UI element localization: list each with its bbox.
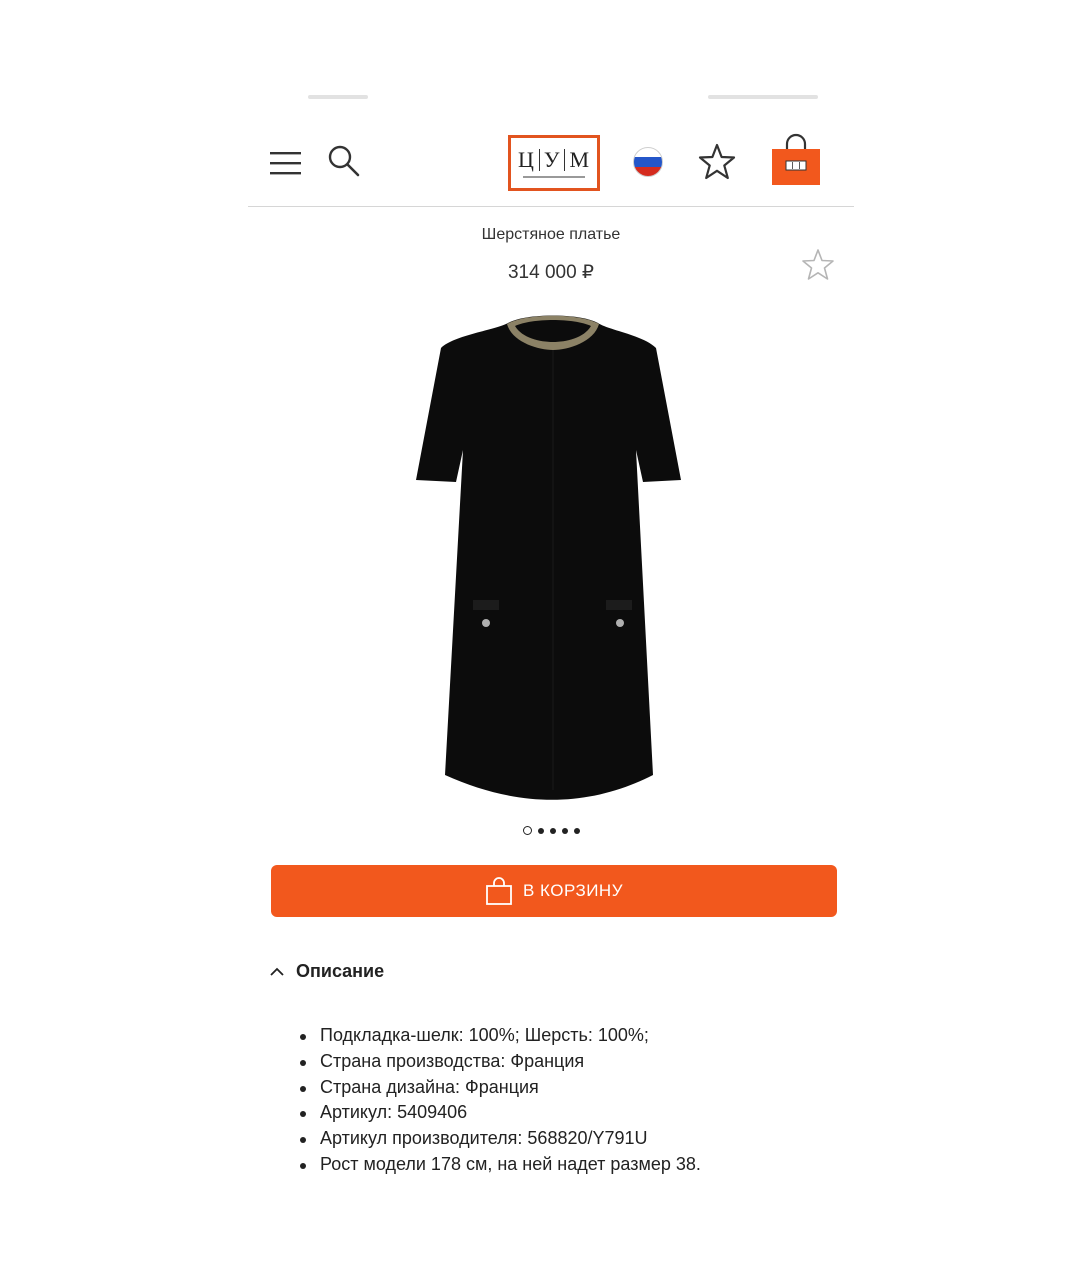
gallery-dot[interactable]	[537, 827, 544, 834]
search-button[interactable]	[324, 141, 364, 181]
logo-subline	[523, 175, 585, 178]
add-to-cart-button[interactable]: В КОРЗИНУ	[271, 865, 837, 917]
add-to-favorites-button[interactable]	[800, 247, 836, 283]
description-item: Страна производства: Франция	[300, 1049, 840, 1075]
gallery-dot[interactable]	[573, 827, 580, 834]
menu-icon	[270, 152, 301, 175]
gallery-dot[interactable]	[561, 827, 568, 834]
header-divider	[248, 206, 854, 207]
product-price: 314 000 ₽	[507, 262, 595, 283]
chevron-up-icon	[270, 967, 284, 976]
app-screen: Ц У М Шерстяное платье 314 000 ₽ В КОРЗИ…	[248, 95, 854, 1185]
cart-button[interactable]	[768, 131, 824, 189]
description-item: Подкладка-шелк: 100%; Шерсть: 100%;	[300, 1023, 840, 1049]
tsum-logo[interactable]: Ц У М	[508, 135, 600, 191]
logo-letter: Ц	[517, 146, 535, 172]
russia-flag-icon	[633, 147, 663, 177]
description-toggle[interactable]: Описание	[270, 961, 384, 982]
status-bar-fragment	[308, 95, 368, 99]
app-header: Ц У М	[248, 125, 854, 205]
logo-letter: У	[538, 148, 565, 171]
region-selector[interactable]	[631, 145, 665, 179]
logo-letter: М	[564, 148, 594, 171]
gallery-dot[interactable]	[522, 826, 532, 835]
description-title: Описание	[296, 961, 385, 981]
description-item: Страна дизайна: Франция	[300, 1075, 840, 1101]
favorite-star-icon	[698, 143, 736, 180]
product-image-gallery[interactable]	[408, 310, 698, 805]
add-to-cart-label: В КОРЗИНУ	[522, 881, 624, 900]
dress-image	[416, 315, 681, 800]
favorite-outline-icon	[802, 249, 834, 280]
description-item: Артикул производителя: 568820/Y791U	[300, 1126, 840, 1152]
description-list: Подкладка-шелк: 100%; Шерсть: 100%; Стра…	[300, 1023, 840, 1178]
menu-button[interactable]	[266, 143, 306, 183]
gallery-pagination	[248, 826, 854, 835]
shopping-bag-icon	[772, 133, 820, 185]
status-bar-fragment	[708, 95, 818, 99]
description-item: Рост модели 178 см, на ней надет размер …	[300, 1152, 840, 1178]
gallery-dot[interactable]	[549, 827, 556, 834]
search-icon	[328, 145, 360, 177]
description-item: Артикул: 5409406	[300, 1100, 840, 1126]
favorites-button[interactable]	[696, 141, 738, 183]
shopping-bag-icon	[486, 877, 512, 905]
product-title: Шерстяное платье	[481, 226, 621, 243]
